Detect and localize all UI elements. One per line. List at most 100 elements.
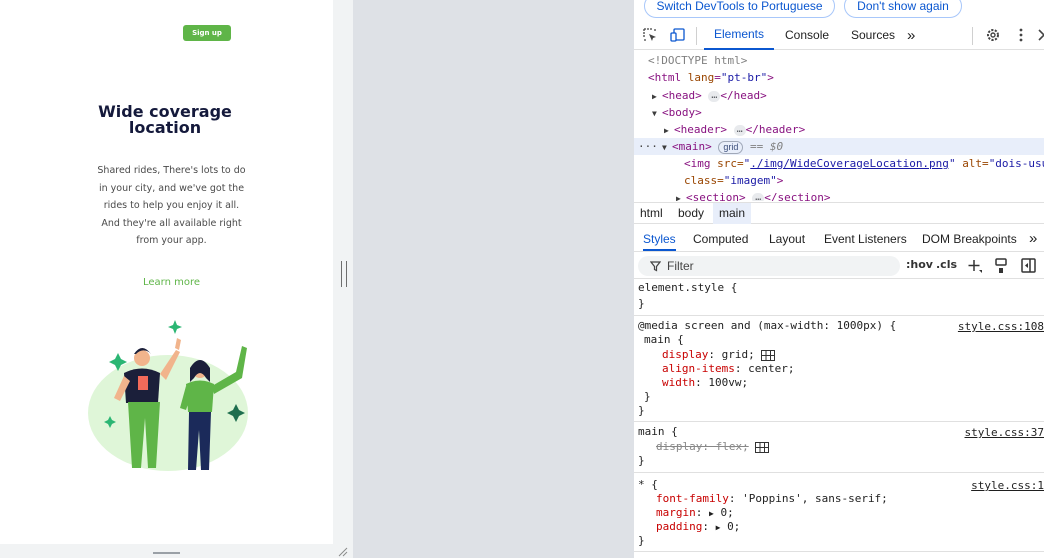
dom-line-head[interactable]: ▶ <head> … </head> xyxy=(652,87,767,104)
close-devtools-icon[interactable] xyxy=(1036,27,1044,43)
styles-pane: element.style { } @media screen and (max… xyxy=(634,280,1044,558)
dom-line-img[interactable]: <img src="./img/WideCoverageLocation.png… xyxy=(684,155,1044,172)
sign-up-button[interactable]: Sign up xyxy=(183,25,231,41)
property-name: align-items xyxy=(662,362,735,375)
dom-line-section[interactable]: ▶ <section> … </section> xyxy=(676,189,831,201)
collapsed-ellipsis[interactable]: … xyxy=(752,192,765,201)
declaration-align-items[interactable]: align-items: center; xyxy=(662,362,794,376)
more-options-kebab-icon[interactable] xyxy=(1013,27,1029,43)
declaration-padding[interactable]: padding: ▶ 0; xyxy=(656,520,740,534)
expand-triangle-icon[interactable]: ▶ xyxy=(676,190,686,201)
devtools-panel: Switch DevTools to Portuguese Don't show… xyxy=(634,0,1044,558)
property-value: 'Poppins', sans-serif; xyxy=(742,492,888,505)
img-src-link[interactable]: ./img/WideCoverageLocation.png xyxy=(750,157,949,170)
html-tag: <html xyxy=(648,71,682,84)
paint-brush-icon[interactable] xyxy=(994,258,1008,274)
flex-editor-icon[interactable] xyxy=(755,441,770,453)
language-infobar: Switch DevTools to Portuguese Don't show… xyxy=(634,0,1044,20)
tab-event-listeners[interactable]: Event Listeners xyxy=(824,227,907,251)
settings-gear-icon[interactable] xyxy=(985,27,1001,43)
dom-line-main-selected[interactable]: ··· ▼ <main> grid == $0 xyxy=(634,138,1044,155)
property-value: grid; xyxy=(721,348,755,361)
toolbar-divider xyxy=(972,27,973,45)
declaration-font-family[interactable]: font-family: 'Poppins', sans-serif; xyxy=(656,492,888,506)
more-tabs-chevron-icon[interactable]: » xyxy=(907,20,915,50)
breadcrumb-body[interactable]: body xyxy=(672,203,710,224)
source-link-style-37[interactable]: style.css:37 xyxy=(965,426,1044,440)
overridden-declaration: display: flex; xyxy=(656,440,749,453)
switch-language-button[interactable]: Switch DevTools to Portuguese xyxy=(644,0,835,18)
breadcrumb-html[interactable]: html xyxy=(634,203,669,224)
property-name: display xyxy=(662,348,709,361)
property-name: font-family xyxy=(656,492,729,505)
collapsed-ellipsis[interactable]: … xyxy=(708,90,721,102)
property-value: 0; xyxy=(727,520,741,533)
hero-description: Shared rides, There's lots to do in your… xyxy=(0,162,333,250)
source-link-style-108[interactable]: style.css:108 xyxy=(958,320,1044,334)
toggle-sidebar-icon[interactable] xyxy=(1021,258,1036,273)
horizontal-scrollbar[interactable] xyxy=(0,544,333,558)
new-rule-plus-icon[interactable] xyxy=(967,258,983,274)
grid-badge[interactable]: grid xyxy=(718,140,744,154)
hov-toggle[interactable]: :hov xyxy=(906,258,933,271)
collapsed-ellipsis[interactable]: … xyxy=(733,124,746,136)
img-tag: <img xyxy=(684,157,711,170)
declaration-display[interactable]: display: grid; xyxy=(662,348,776,362)
property-value: 0; xyxy=(720,506,734,519)
declaration-margin[interactable]: margin: ▶ 0; xyxy=(656,506,734,520)
declaration-width[interactable]: width: 100vw; xyxy=(662,376,748,390)
empty-viewport-area xyxy=(353,0,634,558)
expand-shorthand-icon[interactable]: ▶ xyxy=(709,509,714,518)
attr-name: class= xyxy=(684,174,724,187)
learn-more-link[interactable]: Learn more xyxy=(0,277,333,288)
resize-handle[interactable] xyxy=(341,261,347,287)
rule-close-brace: } xyxy=(638,534,645,547)
tab-elements[interactable]: Elements xyxy=(704,20,774,50)
tab-console[interactable]: Console xyxy=(785,20,829,50)
rule-close-brace: } xyxy=(638,297,645,310)
attr-value: "dois-usuários-acenando" xyxy=(988,157,1044,170)
collapse-triangle-icon[interactable]: ▼ xyxy=(662,139,672,156)
breadcrumb-main[interactable]: main xyxy=(713,203,752,224)
header-close-tag: </header> xyxy=(745,123,806,136)
head-open-tag: <head> xyxy=(662,89,702,102)
doctype-text: <!DOCTYPE html> xyxy=(648,54,748,67)
page-preview: Sign up Wide coverage location Shared ri… xyxy=(0,0,333,558)
dom-line-doctype[interactable]: <!DOCTYPE html> xyxy=(648,52,747,69)
collapse-triangle-icon[interactable]: ▼ xyxy=(652,105,662,122)
tab-sources[interactable]: Sources xyxy=(851,20,895,50)
expand-triangle-icon[interactable]: ▶ xyxy=(652,88,662,105)
expand-shorthand-icon[interactable]: ▶ xyxy=(716,523,721,532)
filter-input[interactable]: Filter xyxy=(638,256,900,276)
dom-line-body[interactable]: ▼ <body> xyxy=(652,104,702,121)
header-open-tag: <header> xyxy=(674,123,727,136)
tab-layout[interactable]: Layout xyxy=(769,227,805,251)
tab-computed[interactable]: Computed xyxy=(693,227,748,251)
universal-selector[interactable]: * { xyxy=(638,478,658,492)
dom-line-header[interactable]: ▶ <header> … </header> xyxy=(664,121,805,138)
scrollbar-thumb[interactable] xyxy=(153,552,180,554)
cls-toggle[interactable]: .cls xyxy=(936,258,957,271)
styles-subtabs: Styles Computed Layout Event Listeners D… xyxy=(634,227,1044,252)
tab-dom-breakpoints[interactable]: DOM Breakpoints xyxy=(922,227,1017,251)
dont-show-again-button[interactable]: Don't show again xyxy=(844,0,962,18)
inspect-element-icon[interactable] xyxy=(642,27,658,43)
resize-corner-icon[interactable] xyxy=(338,547,348,557)
row-options-icon[interactable]: ··· xyxy=(634,138,662,155)
tab-styles[interactable]: Styles xyxy=(643,227,676,251)
dom-line-html[interactable]: <html lang="pt-br"> xyxy=(648,69,774,86)
grid-editor-icon[interactable] xyxy=(761,349,776,361)
expand-triangle-icon[interactable]: ▶ xyxy=(664,122,674,139)
source-link-style-1[interactable]: style.css:1 xyxy=(971,479,1044,493)
more-subtabs-chevron-icon[interactable]: » xyxy=(1029,227,1037,251)
property-name: padding xyxy=(656,520,703,533)
element-style-selector[interactable]: element.style { xyxy=(638,281,737,295)
main-open-tag: <main> xyxy=(672,140,712,153)
main-selector-2[interactable]: main { xyxy=(638,425,678,439)
media-query-text: @media screen and (max-width: 1000px) { xyxy=(638,319,897,332)
declaration-display-overridden[interactable]: display: flex; xyxy=(656,440,770,454)
main-selector[interactable]: main { xyxy=(644,333,684,347)
property-value: center; xyxy=(748,362,795,375)
device-toolbar-icon[interactable] xyxy=(670,27,686,43)
filter-placeholder: Filter xyxy=(667,259,694,273)
